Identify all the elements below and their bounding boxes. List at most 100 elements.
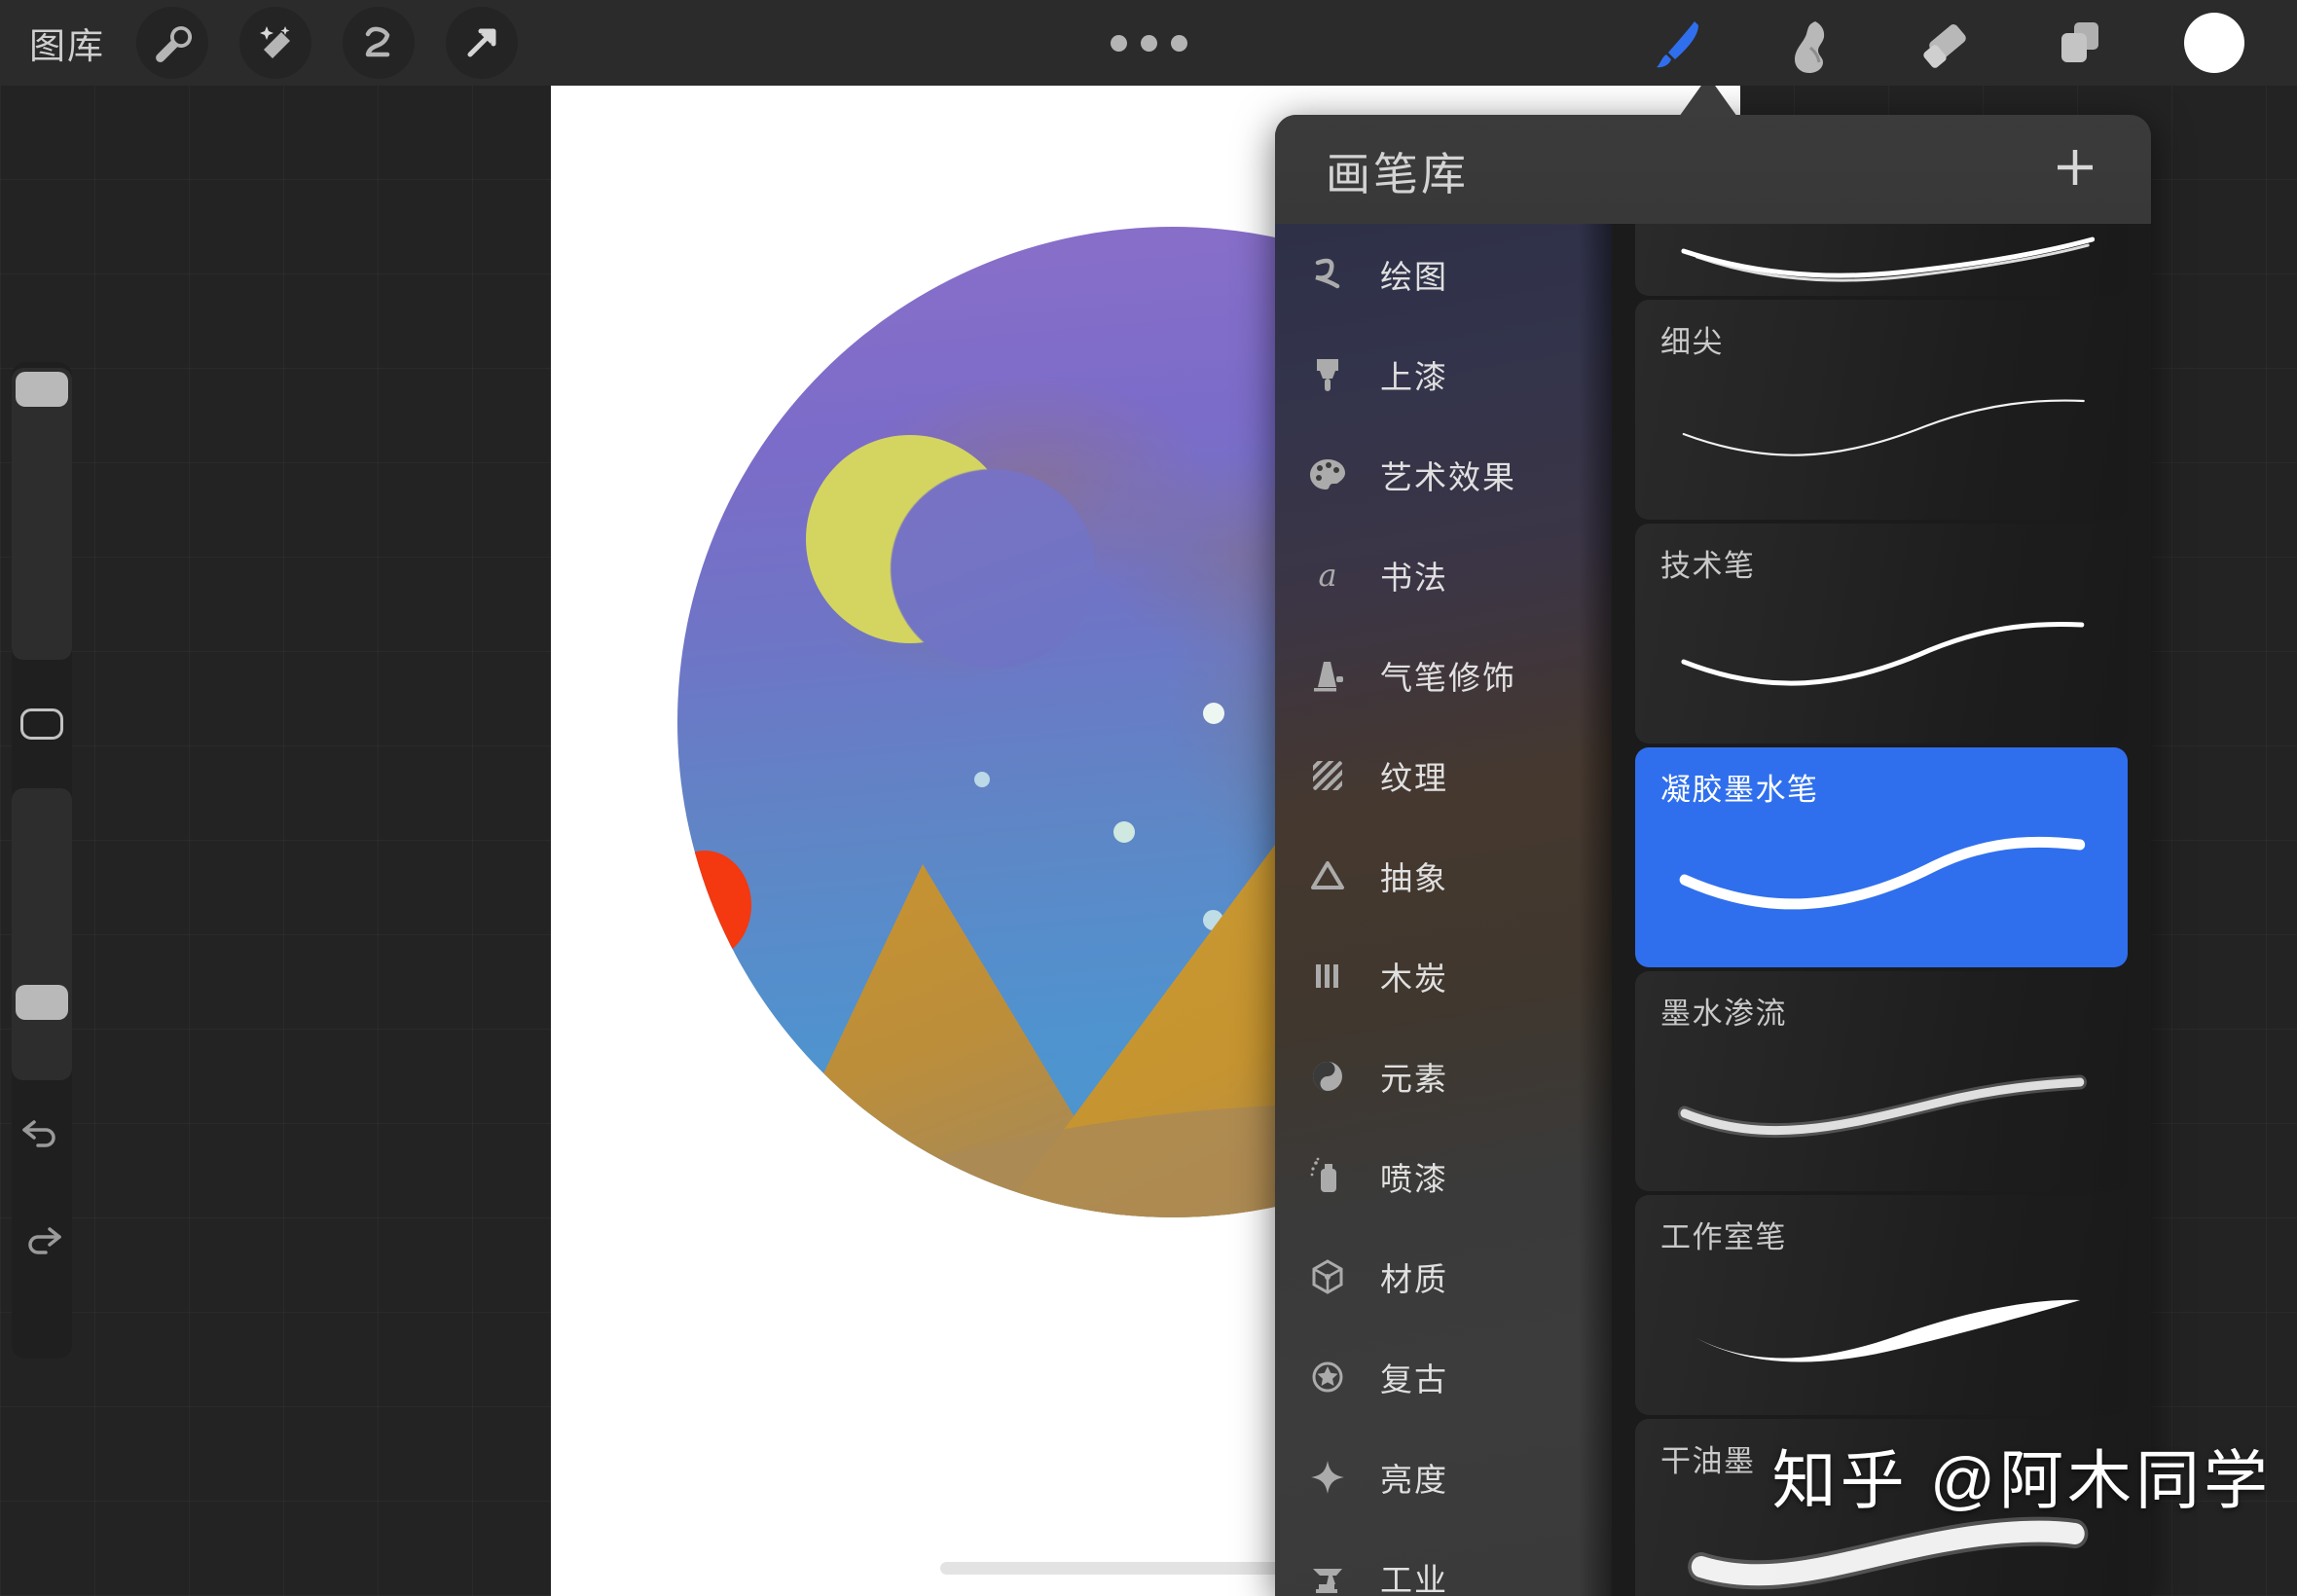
category-item-abstract[interactable]: 抽象 bbox=[1275, 825, 1612, 925]
category-label: 绘图 bbox=[1380, 258, 1448, 295]
brush-opacity-thumb[interactable] bbox=[16, 985, 68, 1020]
brush-name: 细尖 bbox=[1660, 325, 1724, 359]
category-item-spraypaints[interactable]: 喷漆 bbox=[1275, 1126, 1612, 1226]
airbrush-icon bbox=[1302, 650, 1353, 701]
brush-item[interactable]: 技术笔 bbox=[1635, 524, 2128, 744]
paint-brush-button[interactable] bbox=[1635, 6, 1719, 80]
smudge-icon bbox=[1795, 21, 1825, 73]
category-item-drawing[interactable]: 绘图 bbox=[1275, 224, 1612, 324]
redo-button[interactable] bbox=[12, 1187, 72, 1294]
magic-wand-icon bbox=[260, 26, 290, 58]
brush-name: 工作室笔 bbox=[1660, 1220, 1787, 1254]
category-label: 复古 bbox=[1380, 1360, 1448, 1397]
category-item-elements[interactable]: 元素 bbox=[1275, 1026, 1612, 1126]
category-label: 工业 bbox=[1380, 1561, 1448, 1596]
modify-button[interactable] bbox=[20, 660, 63, 788]
brush-stroke-preview bbox=[1635, 224, 2128, 296]
category-label: 上漆 bbox=[1380, 358, 1448, 395]
sparkle-icon bbox=[1302, 1452, 1353, 1503]
brush-opacity-slider[interactable] bbox=[12, 788, 72, 1080]
wrench-icon bbox=[156, 25, 193, 62]
undo-icon bbox=[22, 1120, 55, 1147]
brush-stroke-preview bbox=[1635, 601, 2128, 744]
brush-name: 墨水渗流 bbox=[1660, 997, 1787, 1031]
selection-icon bbox=[365, 26, 390, 57]
spraycan-icon bbox=[1302, 1151, 1353, 1202]
category-label: 元素 bbox=[1380, 1060, 1448, 1097]
brush-item[interactable]: 墨水渗流 bbox=[1635, 971, 2128, 1191]
brush-stroke-preview bbox=[1635, 1273, 2128, 1415]
top-toolbar: 图库 bbox=[0, 0, 2297, 86]
category-label: 抽象 bbox=[1380, 859, 1448, 896]
eraser-icon bbox=[1923, 24, 1966, 68]
color-swatch bbox=[2184, 13, 2244, 73]
brush-item-selected[interactable]: 凝胶墨水笔 bbox=[1635, 747, 2128, 967]
watermark-text: 知乎 @阿木同学 bbox=[1771, 1444, 2272, 1516]
category-item-vintage[interactable]: 复古 bbox=[1275, 1326, 1612, 1427]
eraser-button[interactable] bbox=[1904, 6, 1987, 80]
rounded-square-icon bbox=[20, 708, 63, 740]
texture-hatch-icon bbox=[1302, 750, 1353, 801]
transform-button[interactable] bbox=[446, 7, 518, 79]
category-label: 材质 bbox=[1380, 1260, 1448, 1297]
selection-button[interactable] bbox=[343, 7, 415, 79]
category-label: 艺术效果 bbox=[1380, 458, 1516, 495]
category-item-textures[interactable]: 纹理 bbox=[1275, 725, 1612, 825]
add-brush-button[interactable] bbox=[2044, 136, 2106, 199]
category-item-charcoals[interactable]: 木炭 bbox=[1275, 925, 1612, 1026]
category-item-painting[interactable]: 上漆 bbox=[1275, 324, 1612, 424]
category-label: 纹理 bbox=[1380, 759, 1448, 796]
layers-icon bbox=[2061, 22, 2098, 62]
category-item-materials[interactable]: 材质 bbox=[1275, 1226, 1612, 1326]
color-button[interactable] bbox=[2172, 6, 2256, 80]
smudge-button[interactable] bbox=[1769, 6, 1853, 80]
brush-stroke-preview bbox=[1635, 378, 2128, 520]
adjustments-wand-button[interactable] bbox=[239, 7, 311, 79]
category-item-airbrushing[interactable]: 气笔修饰 bbox=[1275, 625, 1612, 725]
brush-controls-sidebar bbox=[12, 362, 72, 1359]
brush-stroke-preview bbox=[1635, 823, 2128, 967]
category-label: 气笔修饰 bbox=[1380, 659, 1516, 696]
brush-size-thumb[interactable] bbox=[16, 372, 68, 407]
plus-icon bbox=[2058, 150, 2093, 185]
category-label: 喷漆 bbox=[1380, 1160, 1448, 1197]
layers-button[interactable] bbox=[2038, 6, 2122, 80]
charcoal-bars-icon bbox=[1302, 951, 1353, 1001]
svg-text:a: a bbox=[1318, 557, 1336, 594]
brush-item[interactable]: 细尖 bbox=[1635, 300, 2128, 520]
category-item-calligraphy[interactable]: a 书法 bbox=[1275, 525, 1612, 625]
procreate-app: 图库 画笔库 绘图 上漆 艺术效果 a 书法 气笔修饰 纹理 抽象 木炭 元素 … bbox=[0, 0, 2297, 1596]
category-item-artistic[interactable]: 艺术效果 bbox=[1275, 424, 1612, 525]
yinyang-icon bbox=[1302, 1051, 1353, 1102]
calligraphy-a-icon: a bbox=[1302, 550, 1353, 600]
brush-library-body: 绘图 上漆 艺术效果 a 书法 气笔修饰 纹理 抽象 木炭 元素 喷漆 材质 复… bbox=[1275, 224, 2151, 1596]
brush-item[interactable] bbox=[1635, 224, 2128, 296]
actions-wrench-button[interactable] bbox=[136, 7, 208, 79]
more-dots-icon[interactable] bbox=[1110, 34, 1187, 52]
palette-icon bbox=[1302, 450, 1353, 500]
brush-name: 技术笔 bbox=[1660, 549, 1756, 583]
undo-button[interactable] bbox=[12, 1080, 72, 1187]
brush-item[interactable]: 工作室笔 bbox=[1635, 1195, 2128, 1415]
category-label: 木炭 bbox=[1380, 960, 1448, 997]
gallery-button[interactable]: 图库 bbox=[29, 17, 105, 69]
brush-library-panel: 画笔库 绘图 上漆 艺术效果 a 书法 气笔修饰 纹理 抽象 木炭 元素 喷漆 … bbox=[1275, 115, 2151, 1596]
cube-icon bbox=[1302, 1251, 1353, 1302]
brush-size-slider[interactable] bbox=[12, 368, 72, 660]
toolbar-right-group bbox=[1635, 6, 2297, 80]
category-item-luminance[interactable]: 亮度 bbox=[1275, 1427, 1612, 1527]
arrow-transform-icon bbox=[467, 28, 496, 57]
brush-name: 凝胶墨水笔 bbox=[1660, 773, 1819, 807]
brush-library-header: 画笔库 bbox=[1275, 115, 2151, 224]
anvil-icon bbox=[1302, 1552, 1353, 1596]
toolbar-left-group: 图库 bbox=[0, 7, 518, 79]
paintbrush-icon bbox=[1657, 21, 1698, 68]
star-circle-icon bbox=[1302, 1352, 1353, 1402]
brush-list[interactable]: 细尖 技术笔 凝胶墨水笔 墨水渗流 工作室笔 干油墨 bbox=[1612, 224, 2151, 1596]
brush-category-list[interactable]: 绘图 上漆 艺术效果 a 书法 气笔修饰 纹理 抽象 木炭 元素 喷漆 材质 复… bbox=[1275, 224, 1612, 1596]
category-item-industrial[interactable]: 工业 bbox=[1275, 1527, 1612, 1596]
brush-name: 干油墨 bbox=[1660, 1444, 1756, 1478]
triangle-icon bbox=[1302, 851, 1353, 901]
paintbrush-flat-icon bbox=[1302, 349, 1353, 400]
panel-title: 画笔库 bbox=[1326, 149, 1469, 200]
